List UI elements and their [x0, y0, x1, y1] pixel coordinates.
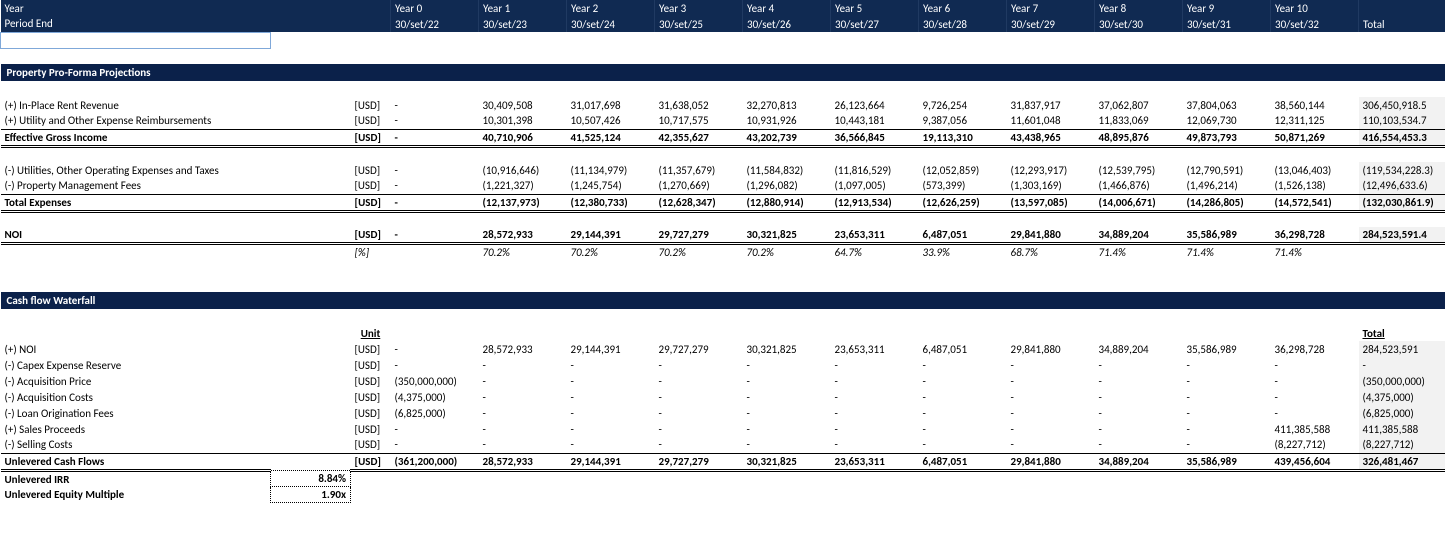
row-unit-hdr: Unit Total [1, 325, 1445, 341]
row-em: Unlevered Equity Multiple 1.90x [1, 487, 1445, 503]
row-loan-fees: (-) Loan Origination Fees[USD] (6,825,00… [1, 405, 1445, 421]
row-sales: (+) Sales Proceeds[USD] --- --- --- -411… [1, 421, 1445, 437]
row-irr: Unlevered IRR 8.84% [1, 470, 1445, 487]
row-wf-noi: (+) NOI[USD] -28,572,93329,144,391 29,72… [1, 341, 1445, 357]
active-cell-row [1, 32, 1445, 48]
year-label: Year [1, 0, 391, 16]
active-cell[interactable] [1, 32, 271, 48]
spreadsheet-grid[interactable]: Year Year 0Year 1Year 2 Year 3Year 4Year… [0, 0, 1445, 503]
row-pm-fees: (-) Property Management Fees[USD] -(1,22… [1, 178, 1445, 194]
total-header: Total [1359, 16, 1445, 32]
row-total-exp: Total Expenses[USD] -(12,137,973)(12,380… [1, 194, 1445, 211]
header-row-years: Year Year 0Year 1Year 2 Year 3Year 4Year… [1, 0, 1445, 16]
row-util-reimb: (+) Utility and Other Expense Reimbursem… [1, 113, 1445, 129]
section-waterfall: Cash flow Waterfall [1, 292, 1445, 309]
row-ucf: Unlevered Cash Flows[USD] (361,200,000)2… [1, 453, 1445, 470]
row-acq-costs: (-) Acquisition Costs[USD] (4,375,000)--… [1, 389, 1445, 405]
row-util-exp: (-) Utilities, Other Operating Expenses … [1, 162, 1445, 178]
row-noi-pct: [%] 70.2%70.2% 70.2%70.2%64.7% 33.9%68.7… [1, 244, 1445, 261]
waterfall-total-label: Total [1359, 325, 1445, 341]
row-noi: NOI[USD] -28,572,93329,144,391 29,727,27… [1, 227, 1445, 244]
row-acq-price: (-) Acquisition Price[USD] (350,000,000)… [1, 373, 1445, 389]
row-capex: (-) Capex Expense Reserve[USD] --- --- -… [1, 357, 1445, 373]
header-row-dates: Period End 30/set/2230/set/2330/set/24 3… [1, 16, 1445, 32]
row-rent: (+) In-Place Rent Revenue[USD] -30,409,5… [1, 97, 1445, 113]
row-egi: Effective Gross Income[USD] -40,710,9064… [1, 129, 1445, 146]
row-selling: (-) Selling Costs[USD] --- --- --- -(8,2… [1, 437, 1445, 453]
section-proforma: Property Pro-Forma Projections [1, 64, 1445, 81]
period-label: Period End [1, 16, 391, 32]
